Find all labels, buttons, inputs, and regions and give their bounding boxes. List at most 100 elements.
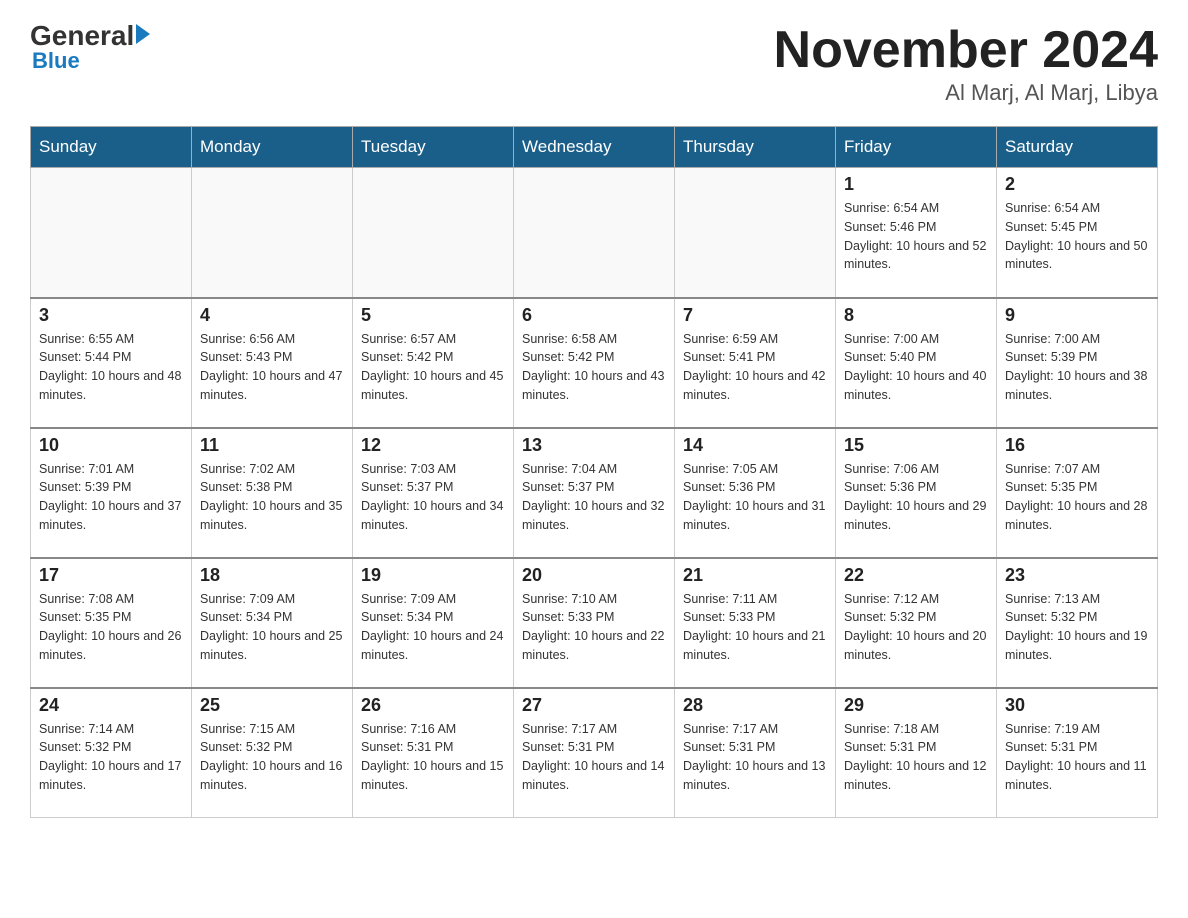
day-info: Sunrise: 7:12 AMSunset: 5:32 PMDaylight:… xyxy=(844,590,988,665)
day-info: Sunrise: 6:54 AMSunset: 5:46 PMDaylight:… xyxy=(844,199,988,274)
calendar-cell: 14Sunrise: 7:05 AMSunset: 5:36 PMDayligh… xyxy=(675,428,836,558)
calendar-cell: 22 Sunrise: 7:12 AMSunset: 5:32 PMDayligh… xyxy=(836,558,997,688)
calendar-cell: 5Sunrise: 6:57 AMSunset: 5:42 PMDaylight… xyxy=(353,298,514,428)
calendar-cell xyxy=(353,168,514,298)
month-title: November 2024 xyxy=(774,20,1158,80)
day-number: 9 xyxy=(1005,305,1149,326)
calendar-cell: 21 Sunrise: 7:11 AMSunset: 5:33 PMDayligh… xyxy=(675,558,836,688)
calendar-cell: 9 Sunrise: 7:00 AMSunset: 5:39 PMDaylight… xyxy=(997,298,1158,428)
header-friday: Friday xyxy=(836,127,997,168)
header-wednesday: Wednesday xyxy=(514,127,675,168)
day-number: 16 xyxy=(1005,435,1149,456)
day-number: 21 xyxy=(683,565,827,586)
calendar-cell: 17 Sunrise: 7:08 AMSunset: 5:35 PMDayligh… xyxy=(31,558,192,688)
calendar-cell: 1 Sunrise: 6:54 AMSunset: 5:46 PMDaylight… xyxy=(836,168,997,298)
day-info: Sunrise: 7:17 AMSunset: 5:31 PMDaylight:… xyxy=(683,720,827,795)
day-info: Sunrise: 7:13 AMSunset: 5:32 PMDaylight:… xyxy=(1005,590,1149,665)
logo-blue: Blue xyxy=(32,48,80,74)
calendar-cell: 23 Sunrise: 7:13 AMSunset: 5:32 PMDayligh… xyxy=(997,558,1158,688)
day-info: Sunrise: 7:17 AMSunset: 5:31 PMDaylight:… xyxy=(522,720,666,795)
calendar-cell xyxy=(675,168,836,298)
calendar-cell: 20Sunrise: 7:10 AMSunset: 5:33 PMDayligh… xyxy=(514,558,675,688)
day-info: Sunrise: 7:06 AMSunset: 5:36 PMDaylight:… xyxy=(844,460,988,535)
day-number: 22 xyxy=(844,565,988,586)
day-info: Sunrise: 7:15 AMSunset: 5:32 PMDaylight:… xyxy=(200,720,344,795)
day-info: Sunrise: 7:00 AMSunset: 5:39 PMDaylight:… xyxy=(1005,330,1149,405)
day-number: 29 xyxy=(844,695,988,716)
day-info: Sunrise: 7:01 AMSunset: 5:39 PMDaylight:… xyxy=(39,460,183,535)
day-info: Sunrise: 6:54 AMSunset: 5:45 PMDaylight:… xyxy=(1005,199,1149,274)
day-info: Sunrise: 7:11 AMSunset: 5:33 PMDaylight:… xyxy=(683,590,827,665)
day-number: 7 xyxy=(683,305,827,326)
day-info: Sunrise: 7:08 AMSunset: 5:35 PMDaylight:… xyxy=(39,590,183,665)
calendar-cell: 10Sunrise: 7:01 AMSunset: 5:39 PMDayligh… xyxy=(31,428,192,558)
header-monday: Monday xyxy=(192,127,353,168)
day-number: 12 xyxy=(361,435,505,456)
day-info: Sunrise: 7:07 AMSunset: 5:35 PMDaylight:… xyxy=(1005,460,1149,535)
day-info: Sunrise: 7:00 AMSunset: 5:40 PMDaylight:… xyxy=(844,330,988,405)
day-number: 4 xyxy=(200,305,344,326)
day-number: 23 xyxy=(1005,565,1149,586)
day-number: 8 xyxy=(844,305,988,326)
header-saturday: Saturday xyxy=(997,127,1158,168)
calendar-cell: 19 Sunrise: 7:09 AMSunset: 5:34 PMDayligh… xyxy=(353,558,514,688)
header-tuesday: Tuesday xyxy=(353,127,514,168)
day-info: Sunrise: 7:09 AMSunset: 5:34 PMDaylight:… xyxy=(200,590,344,665)
calendar-cell: 7 Sunrise: 6:59 AMSunset: 5:41 PMDaylight… xyxy=(675,298,836,428)
day-number: 13 xyxy=(522,435,666,456)
days-header-row: Sunday Monday Tuesday Wednesday Thursday… xyxy=(31,127,1158,168)
week-row-2: 3 Sunrise: 6:55 AMSunset: 5:44 PMDaylight… xyxy=(31,298,1158,428)
day-info: Sunrise: 7:05 AMSunset: 5:36 PMDaylight:… xyxy=(683,460,827,535)
day-number: 3 xyxy=(39,305,183,326)
calendar-cell xyxy=(31,168,192,298)
calendar-cell: 3 Sunrise: 6:55 AMSunset: 5:44 PMDaylight… xyxy=(31,298,192,428)
calendar-cell: 15 Sunrise: 7:06 AMSunset: 5:36 PMDayligh… xyxy=(836,428,997,558)
day-number: 6 xyxy=(522,305,666,326)
day-info: Sunrise: 6:55 AMSunset: 5:44 PMDaylight:… xyxy=(39,330,183,405)
calendar-cell: 4 Sunrise: 6:56 AMSunset: 5:43 PMDaylight… xyxy=(192,298,353,428)
day-info: Sunrise: 6:58 AMSunset: 5:42 PMDaylight:… xyxy=(522,330,666,405)
day-info: Sunrise: 7:09 AMSunset: 5:34 PMDaylight:… xyxy=(361,590,505,665)
day-info: Sunrise: 7:02 AMSunset: 5:38 PMDaylight:… xyxy=(200,460,344,535)
week-row-3: 10Sunrise: 7:01 AMSunset: 5:39 PMDayligh… xyxy=(31,428,1158,558)
calendar-cell: 28 Sunrise: 7:17 AMSunset: 5:31 PMDayligh… xyxy=(675,688,836,818)
day-info: Sunrise: 6:59 AMSunset: 5:41 PMDaylight:… xyxy=(683,330,827,405)
calendar-cell xyxy=(192,168,353,298)
calendar-cell: 24Sunrise: 7:14 AMSunset: 5:32 PMDayligh… xyxy=(31,688,192,818)
day-number: 1 xyxy=(844,174,988,195)
calendar-cell: 2 Sunrise: 6:54 AMSunset: 5:45 PMDaylight… xyxy=(997,168,1158,298)
day-number: 19 xyxy=(361,565,505,586)
day-number: 17 xyxy=(39,565,183,586)
day-number: 30 xyxy=(1005,695,1149,716)
logo: General Blue xyxy=(30,20,150,74)
day-info: Sunrise: 6:57 AMSunset: 5:42 PMDaylight:… xyxy=(361,330,505,405)
week-row-4: 17 Sunrise: 7:08 AMSunset: 5:35 PMDayligh… xyxy=(31,558,1158,688)
calendar-cell: 27 Sunrise: 7:17 AMSunset: 5:31 PMDayligh… xyxy=(514,688,675,818)
day-number: 2 xyxy=(1005,174,1149,195)
calendar-cell: 11 Sunrise: 7:02 AMSunset: 5:38 PMDayligh… xyxy=(192,428,353,558)
calendar-cell: 26Sunrise: 7:16 AMSunset: 5:31 PMDayligh… xyxy=(353,688,514,818)
calendar-cell: 12 Sunrise: 7:03 AMSunset: 5:37 PMDayligh… xyxy=(353,428,514,558)
day-info: Sunrise: 6:56 AMSunset: 5:43 PMDaylight:… xyxy=(200,330,344,405)
calendar-cell: 29 Sunrise: 7:18 AMSunset: 5:31 PMDayligh… xyxy=(836,688,997,818)
header-sunday: Sunday xyxy=(31,127,192,168)
day-number: 27 xyxy=(522,695,666,716)
calendar-cell: 18 Sunrise: 7:09 AMSunset: 5:34 PMDayligh… xyxy=(192,558,353,688)
day-info: Sunrise: 7:03 AMSunset: 5:37 PMDaylight:… xyxy=(361,460,505,535)
calendar-cell: 6 Sunrise: 6:58 AMSunset: 5:42 PMDaylight… xyxy=(514,298,675,428)
day-number: 28 xyxy=(683,695,827,716)
day-number: 11 xyxy=(200,435,344,456)
header-thursday: Thursday xyxy=(675,127,836,168)
day-number: 20 xyxy=(522,565,666,586)
day-info: Sunrise: 7:04 AMSunset: 5:37 PMDaylight:… xyxy=(522,460,666,535)
day-info: Sunrise: 7:16 AMSunset: 5:31 PMDaylight:… xyxy=(361,720,505,795)
calendar-cell: 30Sunrise: 7:19 AMSunset: 5:31 PMDayligh… xyxy=(997,688,1158,818)
day-number: 18 xyxy=(200,565,344,586)
week-row-1: 1 Sunrise: 6:54 AMSunset: 5:46 PMDaylight… xyxy=(31,168,1158,298)
page-header: General Blue November 2024 Al Marj, Al M… xyxy=(30,20,1158,106)
location-title: Al Marj, Al Marj, Libya xyxy=(774,80,1158,106)
calendar-cell xyxy=(514,168,675,298)
day-number: 15 xyxy=(844,435,988,456)
day-info: Sunrise: 7:18 AMSunset: 5:31 PMDaylight:… xyxy=(844,720,988,795)
day-info: Sunrise: 7:14 AMSunset: 5:32 PMDaylight:… xyxy=(39,720,183,795)
